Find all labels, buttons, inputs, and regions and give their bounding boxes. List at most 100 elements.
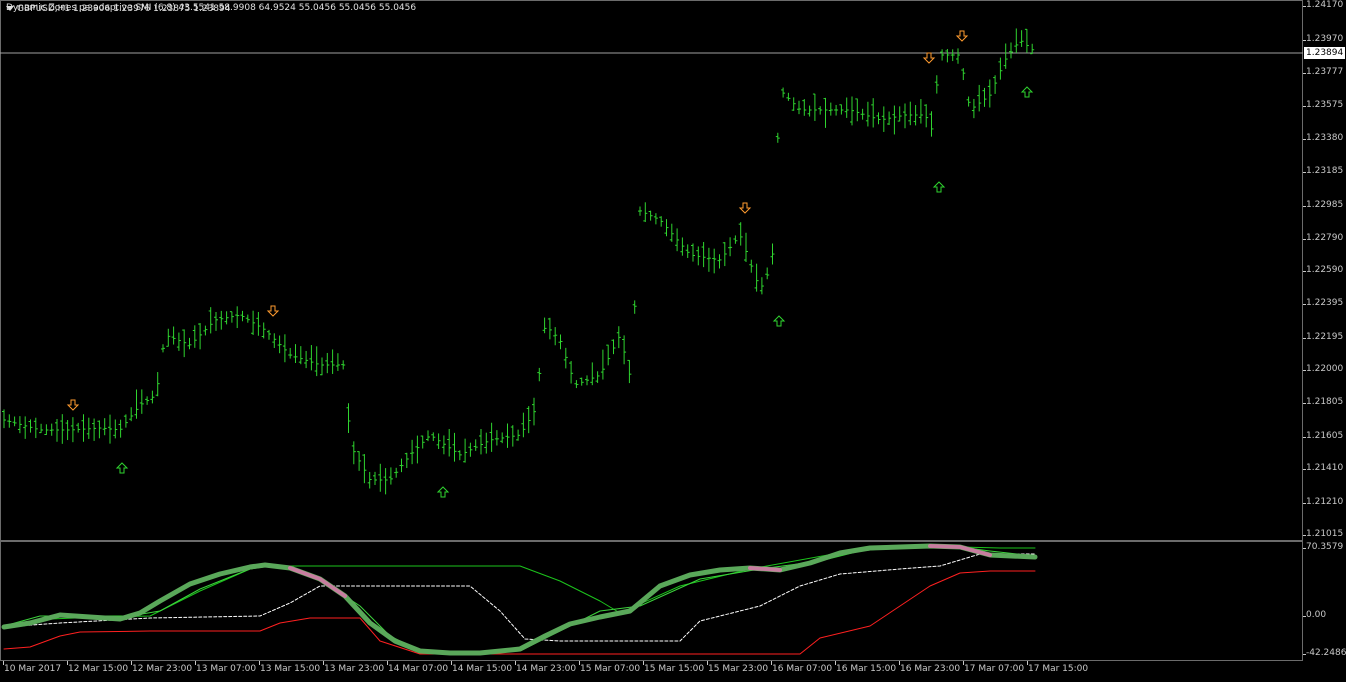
price-bar	[553, 327, 558, 346]
price-bar	[420, 435, 425, 449]
price-bar	[171, 326, 176, 345]
price-tick-label: 1.22790	[1306, 233, 1344, 243]
price-bar	[1014, 28, 1019, 53]
price-bar	[638, 206, 642, 216]
price-bar	[759, 277, 764, 295]
price-bar	[940, 49, 945, 61]
price-bar	[182, 329, 187, 358]
price-bar	[399, 458, 404, 473]
price-bar	[669, 223, 674, 242]
up-arrow-icon	[772, 315, 786, 327]
price-bar	[812, 93, 817, 121]
price-bar	[2, 409, 6, 429]
down-arrow-icon	[922, 52, 936, 64]
price-bar	[208, 307, 213, 334]
price-bar	[436, 433, 441, 450]
price-bar	[611, 339, 616, 355]
price-bar	[516, 429, 521, 441]
price-bar	[627, 359, 632, 384]
price-bar	[240, 310, 245, 322]
price-bar	[839, 104, 844, 115]
price-bar	[653, 213, 658, 225]
price-bar	[770, 243, 775, 265]
price-bar	[781, 87, 786, 98]
price-bar	[818, 106, 823, 115]
price-bar	[1009, 42, 1013, 59]
price-bar	[415, 435, 420, 464]
price-bar	[426, 430, 430, 442]
price-bar	[134, 389, 139, 419]
price-bar	[585, 375, 589, 386]
price-bar	[606, 344, 611, 366]
price-bar	[341, 360, 346, 370]
price-bar	[871, 98, 876, 128]
price-bar	[161, 344, 165, 353]
price-bar	[950, 49, 955, 62]
chart-window[interactable]: GBPUSD,H1 1.23906 1.23976 1.23875 1.2389…	[0, 0, 1346, 682]
price-bar	[86, 417, 91, 439]
price-bar	[744, 232, 748, 263]
price-bar	[335, 353, 340, 371]
smi-line	[1, 543, 1038, 656]
price-bar	[1003, 43, 1008, 69]
price-bar	[855, 98, 860, 122]
price-bar	[288, 347, 293, 359]
price-tick-label: 1.24170	[1306, 0, 1344, 10]
price-bar	[150, 390, 155, 404]
price-bar	[60, 414, 65, 444]
price-bar	[81, 414, 86, 442]
price-bar	[738, 222, 743, 246]
price-bar	[304, 350, 309, 369]
time-tick-label: 15 Mar 23:00	[708, 664, 769, 674]
price-bar	[844, 97, 849, 118]
price-bar	[590, 362, 595, 386]
price-bar	[468, 442, 473, 457]
price-bar	[282, 334, 287, 363]
price-bar	[113, 419, 118, 439]
price-tick-label: 1.21410	[1306, 463, 1344, 473]
price-bar	[908, 101, 913, 126]
price-bar	[388, 467, 393, 485]
price-bar	[155, 372, 160, 397]
price-bar	[802, 99, 807, 116]
price-tick-label: 1.21605	[1306, 431, 1344, 441]
price-bar	[966, 96, 971, 107]
price-bar	[977, 84, 982, 112]
time-tick-label: 15 Mar 15:00	[644, 664, 705, 674]
price-bar	[367, 471, 372, 489]
price-bar	[1030, 43, 1035, 55]
price-bar	[97, 420, 102, 439]
indicator-tick-label: 70.3579	[1306, 542, 1344, 552]
price-bar	[993, 75, 998, 94]
middle-zone-line	[3, 553, 1036, 642]
price-bar	[791, 97, 796, 111]
price-bar	[17, 416, 22, 434]
price-bar	[320, 357, 324, 376]
price-bar	[961, 68, 966, 81]
up-arrow-icon	[932, 181, 946, 193]
price-bar	[494, 430, 499, 446]
price-bar	[330, 349, 335, 374]
price-bar	[532, 397, 536, 426]
price-tick-label: 1.23380	[1306, 133, 1344, 143]
price-bar	[76, 422, 81, 433]
price-bar	[632, 300, 637, 314]
price-bar	[145, 396, 150, 405]
price-bar	[203, 325, 208, 336]
price-bar	[452, 432, 457, 462]
price-bar	[441, 435, 446, 455]
price-bar	[680, 237, 685, 256]
price-bar	[251, 310, 256, 335]
price-bar	[404, 452, 409, 469]
price-bar	[717, 254, 722, 269]
price-bar	[410, 439, 415, 465]
price-bar	[526, 406, 531, 434]
time-tick-label: 14 Mar 15:00	[452, 664, 513, 674]
price-bar	[49, 423, 54, 436]
price-tick-label: 1.21805	[1306, 397, 1344, 407]
indicator-title: Dynamic Zones pa adaptive SMI (6,8) 43.5…	[6, 3, 417, 13]
price-bar	[595, 371, 600, 383]
price-bar	[924, 104, 929, 128]
time-tick-label: 16 Mar 23:00	[900, 664, 961, 674]
price-bar	[521, 412, 526, 438]
